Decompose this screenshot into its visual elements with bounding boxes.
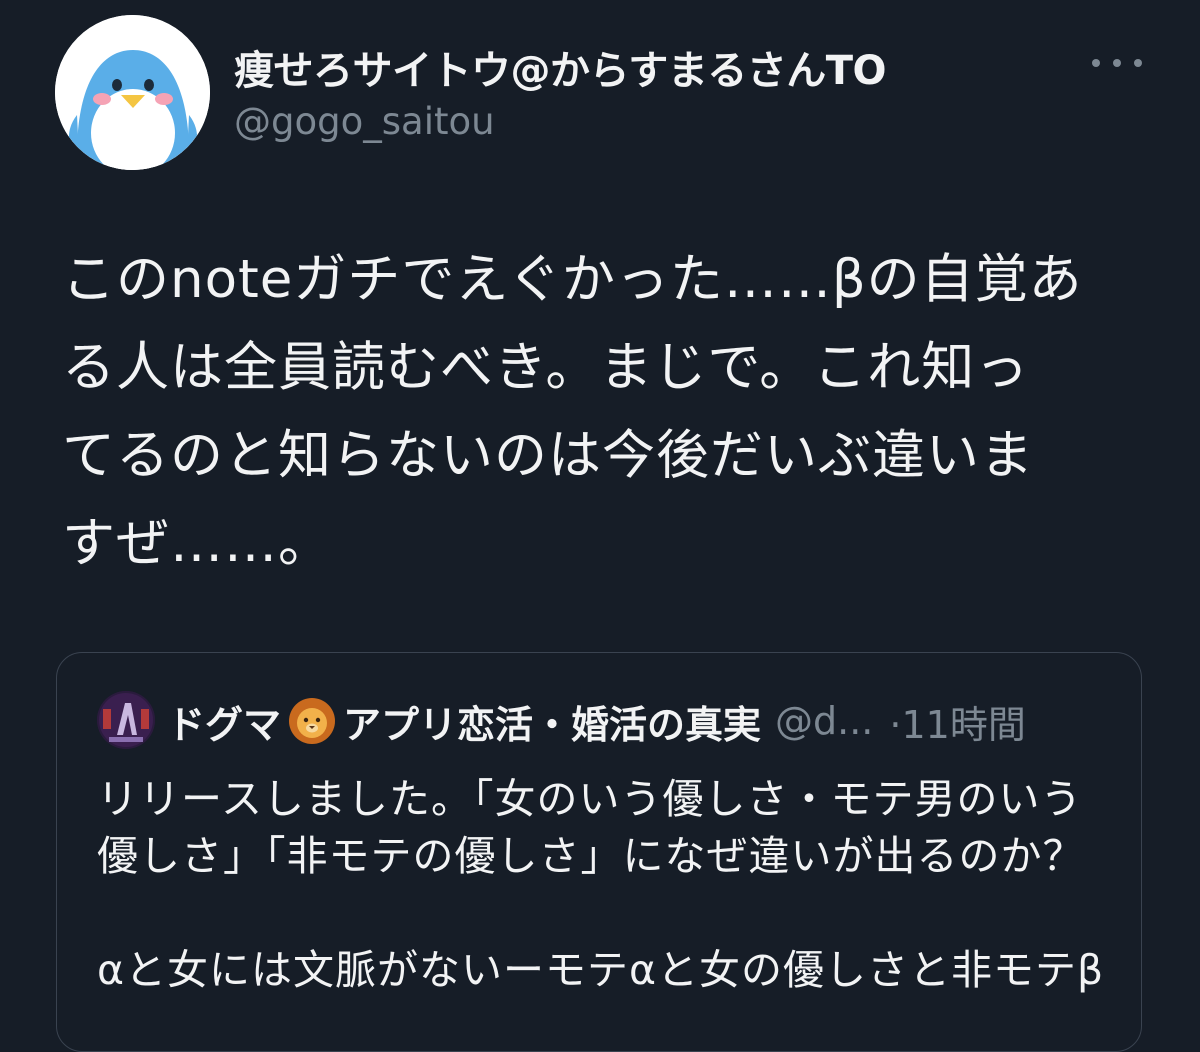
quoted-author-avatar[interactable] <box>97 691 155 749</box>
author-display-name[interactable]: 痩せろサイトウ@からすまるさんTO <box>234 38 887 96</box>
more-options-button[interactable] <box>1092 48 1142 78</box>
quoted-tweet-header: ドグマ アプリ恋活・婚活の真実 @d... ·11時間 <box>167 693 1026 749</box>
quoted-text-line: αと女には文脈がないーモテαと女の優しさと非モテβ <box>97 946 1105 994</box>
tweet-text: このnoteガチでえぐかった……βの自覚あ る人は全員読むべき。まじで。これ知っ… <box>62 236 1152 588</box>
quoted-text-line: リリースしました。「女のいう優しさ・モテ男のいう <box>97 775 1083 823</box>
quoted-tweet-timestamp[interactable]: ·11時間 <box>889 694 1025 749</box>
tweet-text-line: すぜ……。 <box>62 513 332 574</box>
author-avatar[interactable] <box>55 15 210 170</box>
quoted-author-name-suffix[interactable]: アプリ恋活・婚活の真実 <box>343 694 761 749</box>
dogma-avatar-icon <box>97 691 155 749</box>
more-horizontal-icon <box>1092 59 1100 67</box>
penguin-avatar-icon <box>55 15 210 170</box>
tweet-text-line: る人は全員読むべき。まじで。これ知っ <box>62 337 1030 398</box>
author-handle[interactable]: @gogo_saitou <box>234 100 495 143</box>
quoted-tweet-card[interactable]: ドグマ アプリ恋活・婚活の真実 @d... ·11時間 リリースしました。「女の… <box>56 652 1142 1052</box>
quoted-author-name[interactable]: ドグマ <box>167 694 281 749</box>
quoted-tweet-text: リリースしました。「女のいう優しさ・モテ男のいう 優しさ」「非モテの優しさ」にな… <box>97 771 1107 999</box>
quoted-author-handle[interactable]: @d... <box>775 699 873 743</box>
quoted-text-line <box>97 885 1107 942</box>
lion-emoji-icon <box>287 696 337 746</box>
tweet-text-line: てるのと知らないのは今後だいぶ違いま <box>62 425 1034 486</box>
tweet-text-line: このnoteガチでえぐかった……βの自覚あ <box>62 249 1083 310</box>
quoted-text-line: 優しさ」「非モテの優しさ」になぜ違いが出るのか？ <box>97 832 1085 880</box>
